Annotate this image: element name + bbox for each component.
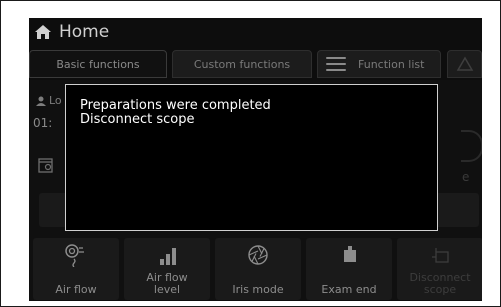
time-value: 01: <box>33 116 53 130</box>
function-list-label: Function list <box>358 57 425 71</box>
air-flow-button[interactable]: Air flow <box>33 238 119 300</box>
disconnect-scope-icon <box>397 242 482 268</box>
menu-icon <box>326 57 346 71</box>
signal-bars-icon <box>124 242 210 268</box>
exam-end-icon <box>306 242 392 268</box>
tab-label: Basic functions <box>56 57 140 71</box>
tab-bar: Basic functions Custom functions Functio… <box>29 48 482 80</box>
tab-custom-functions[interactable]: Custom functions <box>172 50 312 78</box>
air-flow-level-button[interactable]: Air flow level <box>124 238 210 300</box>
touch-screen: Home Basic functions Custom functions Fu… <box>29 18 482 301</box>
device-frame: Home Basic functions Custom functions Fu… <box>0 0 501 307</box>
warning-icon <box>456 56 473 71</box>
function-label: Disconnect scope <box>409 271 471 296</box>
function-label: Iris mode <box>232 283 284 296</box>
iris-aperture-icon <box>215 242 301 268</box>
warning-tab[interactable] <box>447 50 482 78</box>
function-label: Exam end <box>321 283 377 296</box>
location-label: Lo <box>35 94 62 107</box>
air-flow-icon <box>33 242 119 268</box>
exam-end-button[interactable]: Exam end <box>306 238 392 300</box>
iris-mode-button[interactable]: Iris mode <box>215 238 301 300</box>
function-label: Air flow level <box>146 271 188 296</box>
function-label: Air flow <box>55 283 97 296</box>
calendar-icon[interactable] <box>37 156 55 174</box>
page-title: Home <box>59 22 110 42</box>
background-gauge <box>461 130 482 162</box>
function-button-row: Air flow Air flow level Iris mode Exam e… <box>29 238 482 301</box>
tab-basic-functions[interactable]: Basic functions <box>29 50 167 78</box>
user-icon <box>36 96 46 106</box>
tab-label: Custom functions <box>193 57 291 71</box>
dialog-line-2: Disconnect scope <box>80 112 195 127</box>
background-fragment: e <box>462 170 470 184</box>
dialog-line-1: Preparations were completed <box>80 98 271 113</box>
status-dialog[interactable]: Preparations were completed Disconnect s… <box>65 84 438 231</box>
location-label-text: Lo <box>49 94 62 107</box>
function-list-button[interactable]: Function list <box>317 50 441 78</box>
home-icon[interactable] <box>33 22 53 42</box>
home-bar[interactable]: Home <box>29 18 482 46</box>
disconnect-scope-button[interactable]: Disconnect scope <box>397 238 482 300</box>
dialog-message: Preparations were completed Disconnect s… <box>80 99 271 127</box>
